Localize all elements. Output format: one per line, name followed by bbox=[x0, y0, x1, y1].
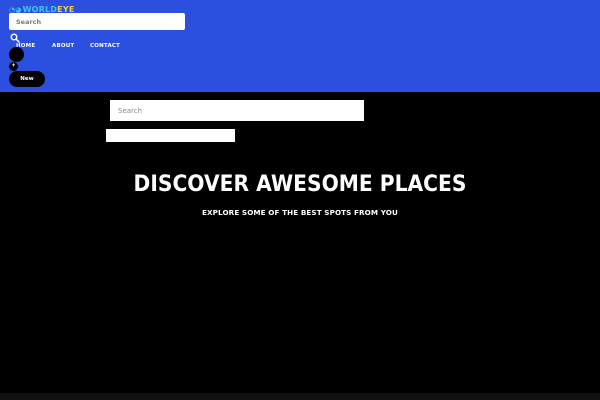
add-button[interactable]: + bbox=[9, 62, 18, 71]
bottom-strip bbox=[0, 393, 600, 400]
hero-subtitle: EXPLORE SOME OF THE BEST SPOTS FROM YOU bbox=[202, 208, 398, 217]
new-button[interactable]: New bbox=[9, 71, 45, 87]
search-button[interactable] bbox=[10, 31, 20, 43]
search-suggestions-bar[interactable] bbox=[106, 129, 235, 142]
nav-about-link[interactable]: ABOUT bbox=[52, 43, 90, 49]
header-search-input[interactable] bbox=[9, 13, 185, 30]
main-search-input[interactable] bbox=[110, 100, 364, 121]
search-icon bbox=[10, 33, 20, 43]
menu-circle-button[interactable] bbox=[9, 47, 24, 62]
main-nav: HOME ABOUT CONTACT bbox=[16, 43, 130, 49]
hero-title: DISCOVER AWESOME PLACES bbox=[133, 172, 467, 197]
nav-contact-link[interactable]: CONTACT bbox=[90, 43, 130, 49]
site-header: ◔◕ WORLDEYE HOME ABOUT CONTACT + New bbox=[0, 0, 600, 92]
